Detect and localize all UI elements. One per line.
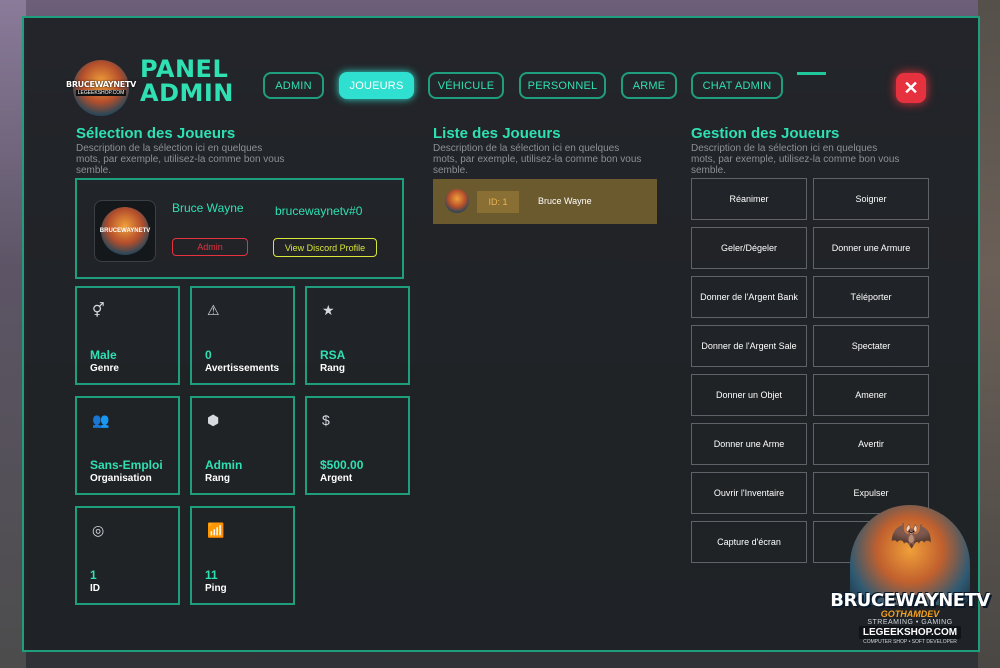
stat-value: Sans-Emploi xyxy=(90,458,163,472)
stat-card-organisation: 👥 Sans-Emploi Organisation xyxy=(75,396,180,495)
ouvrir-inventaire-button[interactable]: Ouvrir l'Inventaire xyxy=(691,472,807,514)
stat-card-ping: 📶 11 Ping xyxy=(190,506,295,605)
spectater-button[interactable]: Spectater xyxy=(813,325,929,367)
player-row-name: Bruce Wayne xyxy=(538,196,592,206)
player-list-title: Liste des Joueurs xyxy=(433,125,561,142)
stat-label: Rang xyxy=(320,363,345,374)
avatar xyxy=(445,189,469,213)
donner-arme-button[interactable]: Donner une Arme xyxy=(691,423,807,465)
stat-card-avertissements: ⚠ 0 Avertissements xyxy=(190,286,295,385)
wifi-icon: 📶 xyxy=(207,522,225,538)
stat-value: 11 xyxy=(205,568,218,582)
stat-label: Rang xyxy=(205,473,230,484)
gender-icon: ⚥ xyxy=(92,302,105,318)
stat-label: Organisation xyxy=(90,473,152,484)
amener-button[interactable]: Amener xyxy=(813,374,929,416)
view-discord-profile-button[interactable]: View Discord Profile xyxy=(273,238,377,257)
stat-card-rang-admin: ⬢ Admin Rang xyxy=(190,396,295,495)
stat-value: 0 xyxy=(205,348,212,362)
discord-username: brucewaynetv#0 xyxy=(275,204,363,218)
stat-card-argent: $ $500.00 Argent xyxy=(305,396,410,495)
close-icon: ✕ xyxy=(903,77,919,98)
tab-vehicule[interactable]: VÉHICULE xyxy=(428,72,504,99)
donner-armure-button[interactable]: Donner une Armure xyxy=(813,227,929,269)
player-id-badge: ID: 1 xyxy=(477,191,519,213)
management-description: Description de la sélection ici en quelq… xyxy=(691,143,900,176)
teleporter-button[interactable]: Téléporter xyxy=(813,276,929,318)
star-icon: ★ xyxy=(322,302,335,318)
geler-degeler-button[interactable]: Geler/Dégeler xyxy=(691,227,807,269)
stat-label: Argent xyxy=(320,473,353,484)
management-title: Gestion des Joueurs xyxy=(691,125,840,142)
brand-logo: BRUCEWAYNETV LEGEEKSHOP.COM xyxy=(66,60,136,116)
selection-title: Sélection des Joueurs xyxy=(76,125,236,142)
stat-label: Ping xyxy=(205,583,227,594)
soigner-button[interactable]: Soigner xyxy=(813,178,929,220)
stat-card-rang: ★ RSA Rang xyxy=(305,286,410,385)
page-title: PANEL ADMIN xyxy=(140,55,234,107)
tab-admin[interactable]: ADMIN xyxy=(263,72,324,99)
role-badge: Admin xyxy=(172,238,248,256)
player-name: Bruce Wayne xyxy=(172,201,244,215)
tab-overflow-indicator xyxy=(797,72,826,75)
warning-icon: ⚠ xyxy=(207,302,220,318)
tab-chat-admin[interactable]: CHAT ADMIN xyxy=(691,72,783,99)
dollar-icon: $ xyxy=(322,412,330,428)
stat-value: Male xyxy=(90,348,117,362)
bat-icon: 🦇 xyxy=(890,516,933,554)
rank-icon: ⬢ xyxy=(207,412,220,428)
stat-value: RSA xyxy=(320,348,346,362)
group-icon: 👥 xyxy=(92,412,110,428)
tab-personnel[interactable]: PERSONNEL xyxy=(519,72,606,99)
tab-joueurs[interactable]: JOUEURS xyxy=(339,72,414,99)
stat-label: ID xyxy=(90,583,100,594)
tab-arme[interactable]: ARME xyxy=(621,72,677,99)
close-button[interactable]: ✕ xyxy=(896,73,926,103)
avertir-button[interactable]: Avertir xyxy=(813,423,929,465)
stat-label: Genre xyxy=(90,363,119,374)
stat-label: Avertissements xyxy=(205,363,280,374)
stat-card-id: ◎ 1 ID xyxy=(75,506,180,605)
donner-objet-button[interactable]: Donner un Objet xyxy=(691,374,807,416)
donner-argent-bank-button[interactable]: Donner de l'Argent Bank xyxy=(691,276,807,318)
stat-card-genre: ⚥ Male Genre xyxy=(75,286,180,385)
donner-argent-sale-button[interactable]: Donner de l'Argent Sale xyxy=(691,325,807,367)
stat-value: $500.00 xyxy=(320,458,364,472)
capture-ecran-button[interactable]: Capture d'écran xyxy=(691,521,807,563)
watermark-logo: 🦇 BRUCEWAYNETV GOTHAMDEV STREAMING • GAM… xyxy=(830,505,990,645)
reanimer-button[interactable]: Réanimer xyxy=(691,178,807,220)
avatar: BRUCEWAYNETV xyxy=(94,200,156,262)
player-list-description: Description de la sélection ici en quelq… xyxy=(433,143,642,176)
stat-value: Admin xyxy=(205,458,243,472)
selection-description: Description de la sélection ici en quelq… xyxy=(76,143,285,176)
stat-value: 1 xyxy=(90,568,97,582)
fingerprint-icon: ◎ xyxy=(92,522,105,538)
